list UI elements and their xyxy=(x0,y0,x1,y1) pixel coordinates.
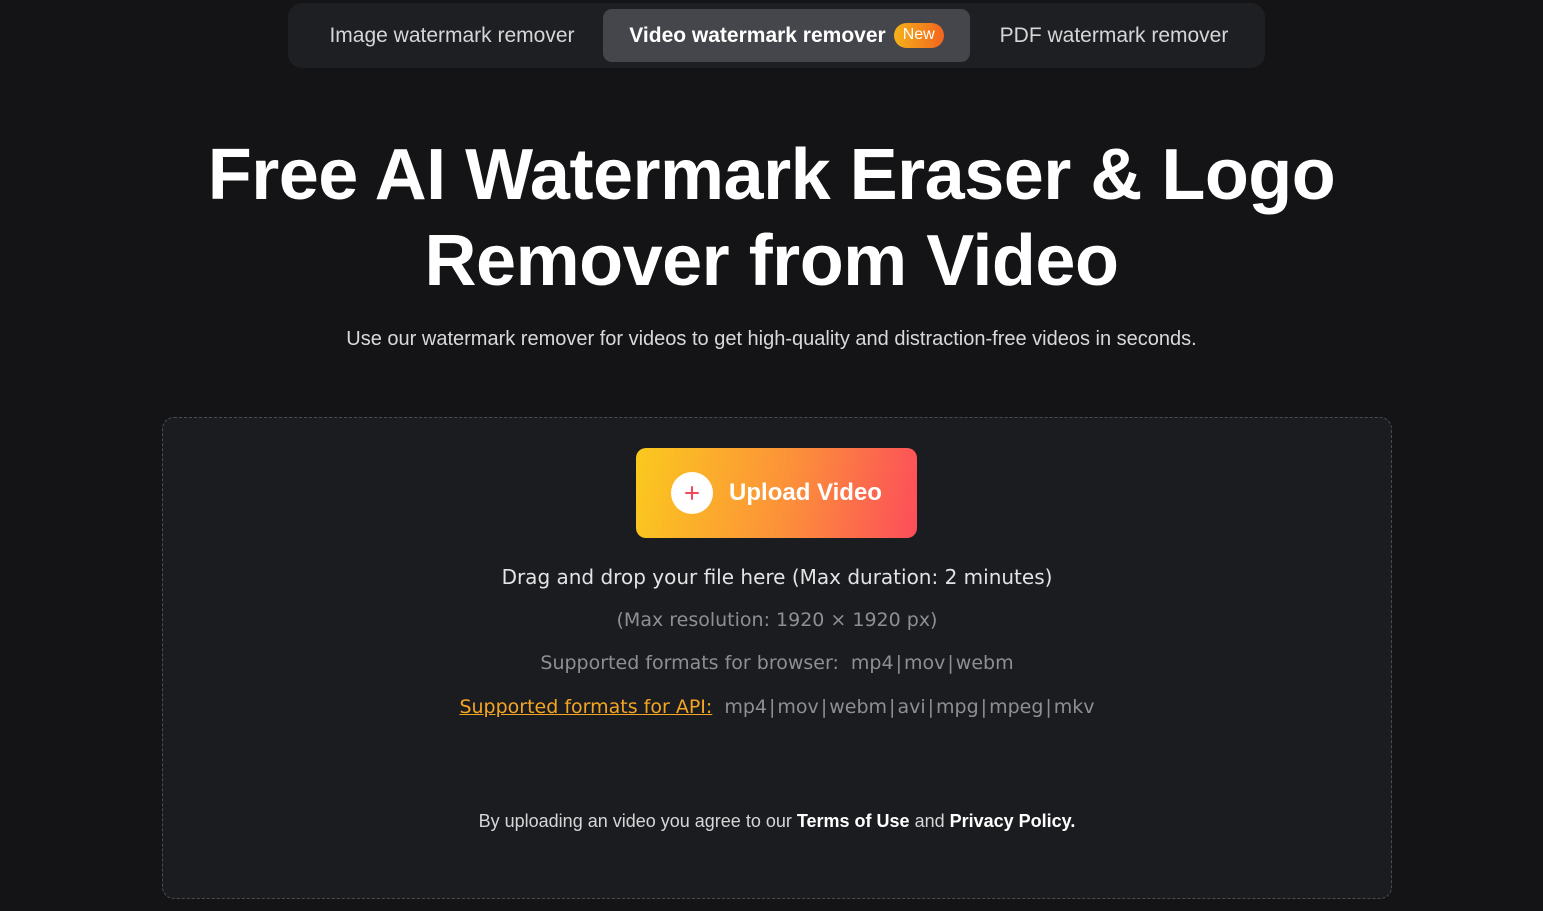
upload-button-label: Upload Video xyxy=(729,479,882,506)
upload-video-button[interactable]: Upload Video xyxy=(636,448,917,538)
tab-image-watermark-remover[interactable]: Image watermark remover xyxy=(300,9,604,62)
drag-drop-hint: Drag and drop your file here (Max durati… xyxy=(501,565,1053,589)
page-title-line-2: Remover from Video xyxy=(424,221,1119,301)
privacy-policy-link[interactable]: Privacy Policy. xyxy=(950,811,1076,831)
format-separator: | xyxy=(769,696,776,718)
format-separator: | xyxy=(1045,696,1052,718)
format-item: mp4 xyxy=(724,696,768,718)
terms-notice: By uploading an video you agree to our T… xyxy=(163,811,1391,832)
new-badge: New xyxy=(893,23,944,48)
api-formats-link[interactable]: Supported formats for API: xyxy=(459,696,712,718)
max-resolution-hint: (Max resolution: 1920 × 1920 px) xyxy=(616,609,938,631)
api-formats-line: Supported formats for API: mp4 | mov | webm |… xyxy=(163,696,1391,718)
format-item: mov xyxy=(777,696,819,718)
tab-label: PDF watermark remover xyxy=(999,23,1229,47)
format-separator: | xyxy=(889,696,896,718)
terms-middle: and xyxy=(909,811,950,831)
tab-pdf-watermark-remover[interactable]: PDF watermark remover xyxy=(978,9,1250,62)
plus-icon xyxy=(671,472,714,514)
format-item: mkv xyxy=(1053,696,1095,718)
format-separator: | xyxy=(947,652,954,674)
page-title: Free AI Watermark Eraser & Logo Remover … xyxy=(0,132,1543,304)
format-item: webm xyxy=(829,696,888,718)
format-item: webm xyxy=(955,652,1014,674)
tab-label: Video watermark remover xyxy=(629,23,886,47)
format-separator: | xyxy=(927,696,935,718)
format-item: mpeg xyxy=(989,696,1044,718)
terms-of-use-link[interactable]: Terms of Use xyxy=(797,811,910,831)
format-item: avi xyxy=(897,696,926,718)
page-subtitle: Use our watermark remover for videos to … xyxy=(346,328,1197,350)
format-item: mpg xyxy=(936,696,979,718)
page: Image watermark remover Video watermark … xyxy=(0,0,1543,911)
tab-label: Image watermark remover xyxy=(329,23,575,47)
format-item: mov xyxy=(904,652,946,674)
format-separator: | xyxy=(820,696,828,718)
browser-formats-list: mp4 | mov | webm xyxy=(851,652,1014,674)
upload-dropzone[interactable]: Upload Video Drag and drop your file her… xyxy=(162,417,1392,899)
api-formats-list: mp4 | mov | webm | avi | mpg | mpeg | mkv xyxy=(724,696,1094,718)
format-separator: | xyxy=(980,696,988,718)
format-separator: | xyxy=(895,652,902,674)
browser-formats-line: Supported formats for browser: mp4 | mov | w… xyxy=(163,652,1391,674)
tool-tabs: Image watermark remover Video watermark … xyxy=(288,3,1265,68)
tab-video-watermark-remover[interactable]: Video watermark remover New xyxy=(603,9,970,62)
page-title-line-1: Free AI Watermark Eraser & Logo xyxy=(207,135,1336,215)
terms-prefix: By uploading an video you agree to our xyxy=(478,811,797,831)
browser-formats-label: Supported formats for browser: xyxy=(540,652,839,674)
format-item: mp4 xyxy=(850,652,894,674)
